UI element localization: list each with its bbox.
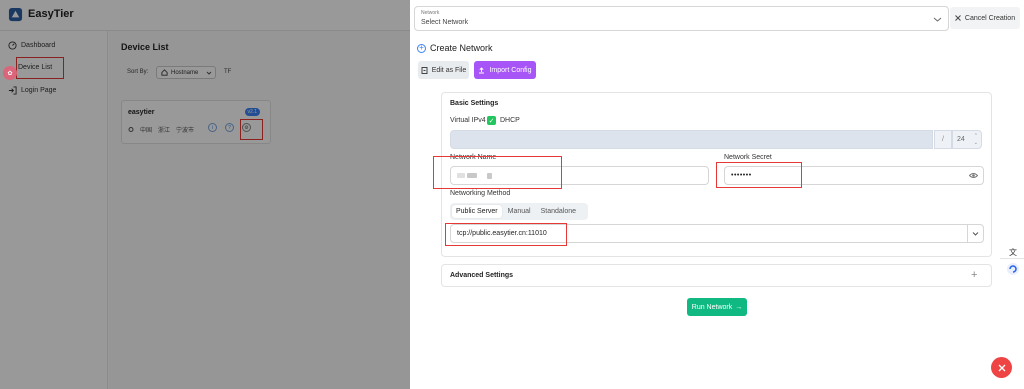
create-network-title: Create Network — [430, 43, 493, 53]
close-fab-button[interactable] — [991, 357, 1012, 378]
edit-as-file-button[interactable]: Edit as File — [418, 61, 469, 79]
redacted-text — [487, 172, 492, 179]
eye-icon[interactable] — [969, 171, 978, 180]
network-secret-value: ••••••• — [731, 172, 752, 179]
method-option-standalone[interactable]: Standalone — [537, 205, 580, 218]
public-server-value: tcp://public.easytier.cn:11010 — [457, 230, 547, 237]
virtual-ipv4-label: Virtual IPv4 — [450, 117, 486, 124]
assistant-glyph-icon — [1009, 265, 1017, 273]
networking-method-selector: Public Server Manual Standalone — [450, 203, 588, 220]
dhcp-label: DHCP — [500, 117, 520, 124]
avatar[interactable]: ✿ — [3, 66, 17, 80]
import-config-label: Import Config — [489, 66, 532, 74]
network-name-label: Network Name — [450, 154, 497, 161]
ip-slash: / — [934, 130, 952, 149]
translate-icon[interactable]: 文 — [1009, 247, 1017, 258]
network-select[interactable]: Network Select Network — [414, 6, 949, 31]
chevron-down-icon — [933, 17, 942, 22]
netmask-stepper: 24 ⌃ ⌄ — [952, 130, 982, 149]
advanced-settings-title: Advanced Settings — [450, 272, 514, 279]
create-network-header: + Create Network — [417, 43, 493, 53]
arrow-right-icon: → — [735, 303, 743, 311]
import-config-button[interactable]: Import Config — [474, 61, 536, 79]
assistant-icon[interactable] — [1007, 263, 1019, 275]
redacted-text — [467, 173, 477, 178]
upload-icon — [479, 66, 485, 73]
network-secret-label: Network Secret — [724, 154, 772, 161]
dhcp-checkbox[interactable]: ✓ — [487, 116, 496, 125]
file-edit-icon — [421, 66, 428, 74]
run-network-button[interactable]: Run Network → — [687, 298, 747, 316]
virtual-ipv4-input — [450, 130, 933, 149]
expand-plus-icon[interactable]: + — [971, 269, 977, 281]
netmask-value: 24 — [957, 136, 965, 143]
cancel-creation-button[interactable]: Cancel Creation — [950, 7, 1020, 29]
divider — [1000, 258, 1024, 259]
plus-circle-icon: + — [417, 43, 426, 53]
method-option-manual[interactable]: Manual — [504, 205, 535, 218]
public-server-input[interactable]: tcp://public.easytier.cn:11010 — [450, 224, 984, 243]
network-select-value: Select Network — [421, 19, 469, 26]
edit-as-file-label: Edit as File — [431, 66, 467, 74]
advanced-settings-panel[interactable] — [441, 264, 992, 287]
network-secret-input[interactable]: ••••••• — [724, 166, 984, 185]
run-network-label: Run Network — [691, 303, 733, 311]
method-option-public-server[interactable]: Public Server — [452, 205, 502, 218]
network-select-label: Network — [421, 10, 440, 16]
close-icon — [955, 15, 961, 21]
networking-method-label: Networking Method — [450, 190, 511, 197]
server-dropdown-button[interactable] — [967, 225, 983, 242]
close-icon — [998, 364, 1005, 371]
chevron-down-icon — [972, 232, 979, 236]
cancel-creation-label: Cancel Creation — [964, 14, 1016, 22]
redacted-text — [457, 173, 465, 178]
basic-settings-title: Basic Settings — [450, 100, 499, 107]
stepper-arrows-icon: ⌃ ⌄ — [973, 133, 978, 146]
network-name-input[interactable] — [450, 166, 709, 185]
create-network-drawer: Network Select Network Cancel Creation +… — [410, 0, 1024, 389]
